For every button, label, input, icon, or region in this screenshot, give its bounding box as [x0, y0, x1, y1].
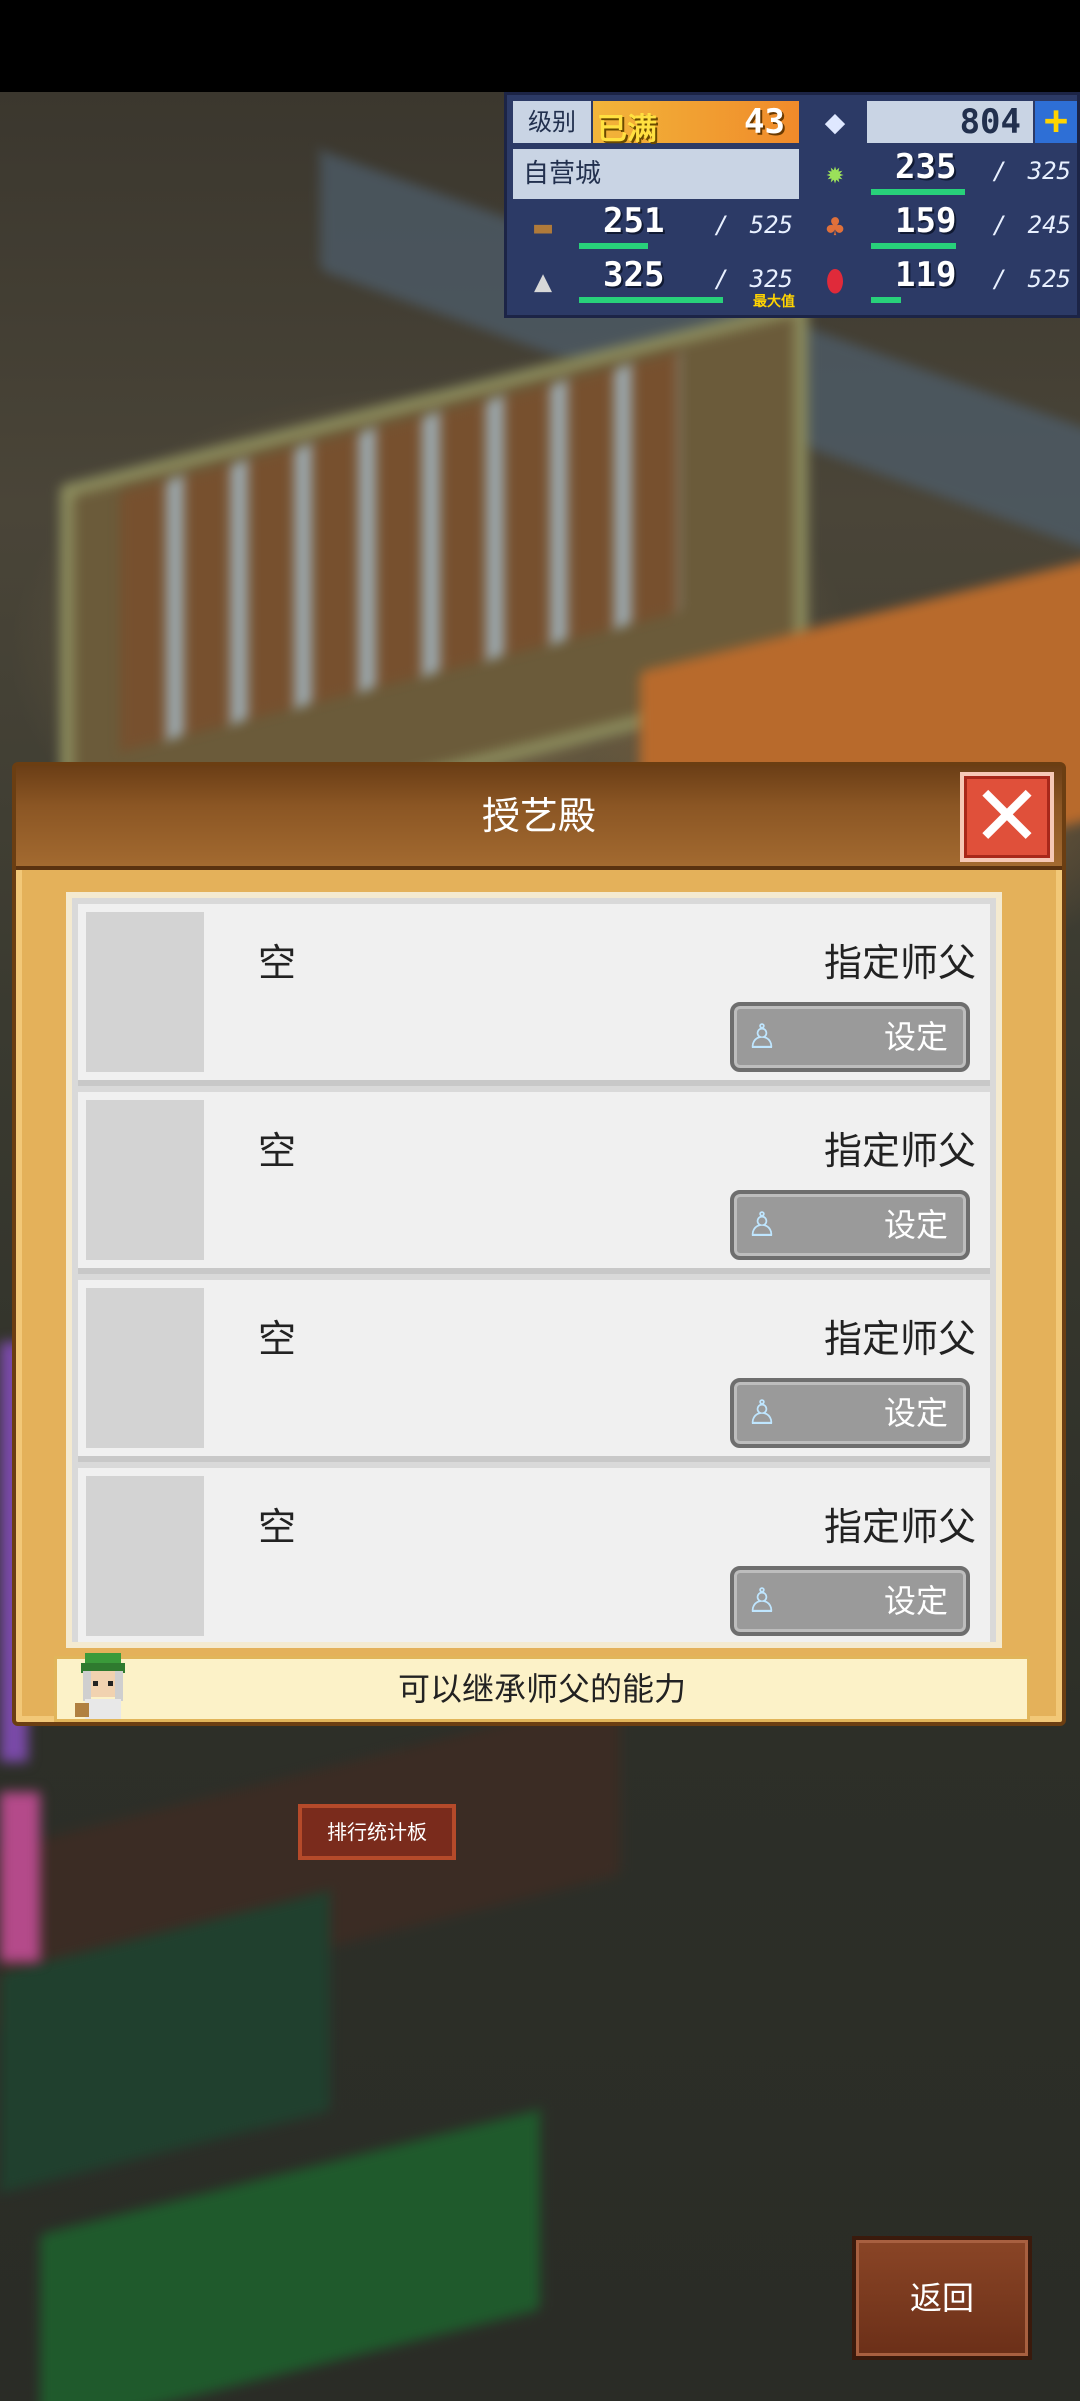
scroll-icon: ♙ — [746, 1393, 778, 1433]
dialog-header: 授艺殿 ✕ — [16, 766, 1062, 870]
portrait-placeholder — [86, 1100, 204, 1260]
scroll-icon: ♙ — [746, 1205, 778, 1245]
food-resource: 159 / 245 — [867, 201, 1077, 253]
crop-resource: 235 / 325 — [867, 147, 1077, 199]
set-button[interactable]: ♙ 设定 — [730, 1190, 970, 1260]
assign-master-label: 指定师父 — [823, 941, 976, 985]
set-button[interactable]: ♙ 设定 — [730, 1566, 970, 1636]
diamond-icon: ◆ — [824, 102, 846, 142]
ore-icon: ▲ — [533, 264, 553, 299]
slot-status: 空 — [258, 1129, 297, 1173]
city-name: 自营城 — [513, 149, 799, 199]
gem-count: 804 — [867, 101, 1033, 143]
level-value: 43 — [744, 102, 785, 142]
level-label: 级别 — [513, 101, 591, 143]
tip-banner: 可以继承师父的能力 — [54, 1653, 1030, 1722]
back-button[interactable]: 返回 — [852, 2236, 1032, 2360]
scroll-icon: ♙ — [746, 1581, 778, 1621]
ranking-board-sign[interactable]: 排行统计板 — [298, 1804, 456, 1860]
ruby-resource: 119 / 525 — [867, 255, 1077, 307]
resource-hud: 级别 已满 43 ◆ 804 + 自营城 ✹ 235 / 325 ▬ 251 /… — [504, 92, 1080, 318]
pink-banner — [0, 1792, 40, 1962]
set-button-label: 设定 — [883, 1206, 948, 1244]
add-gems-button[interactable]: + — [1035, 101, 1077, 143]
portrait-placeholder — [86, 1288, 204, 1448]
assign-master-label: 指定师父 — [823, 1317, 976, 1361]
ruby-icon: ⬮ — [825, 264, 845, 299]
tip-text: 可以继承师父的能力 — [397, 1670, 686, 1708]
set-button-label: 设定 — [883, 1018, 948, 1056]
slot-status: 空 — [258, 1317, 297, 1361]
level-box: 已满 43 — [593, 101, 799, 147]
list-item: 空 指定师父 ♙ 设定 — [78, 1468, 990, 1642]
portrait-placeholder — [86, 912, 204, 1072]
set-button-label: 设定 — [883, 1394, 948, 1432]
dialog-title: 授艺殿 — [481, 794, 596, 838]
portrait-placeholder — [86, 1476, 204, 1636]
wood-log-icon: ▬ — [533, 210, 553, 245]
mentor-hall-dialog: 授艺殿 ✕ 空 指定师父 ♙ 设定 空 指定师父 ♙ 设定 空 指定师父 ♙ 设… — [12, 762, 1066, 1726]
assign-master-label: 指定师父 — [823, 1505, 976, 1549]
food-progress-bar — [871, 243, 956, 249]
list-item: 空 指定师父 ♙ 设定 — [78, 904, 990, 1086]
list-item: 空 指定师父 ♙ 设定 — [78, 1092, 990, 1274]
close-button[interactable]: ✕ — [960, 772, 1054, 862]
stone-resource: 325 / 325 最大值 — [575, 255, 799, 310]
set-button[interactable]: ♙ 设定 — [730, 1002, 970, 1072]
level-max-badge: 已满 — [597, 112, 657, 147]
wood-progress-bar — [579, 243, 648, 249]
assign-master-label: 指定师父 — [823, 1129, 976, 1173]
crop-progress-bar — [871, 189, 965, 195]
scroll-icon: ♙ — [746, 1017, 778, 1057]
mentor-slot-list[interactable]: 空 指定师父 ♙ 设定 空 指定师父 ♙ 设定 空 指定师父 ♙ 设定 空 指定… — [66, 892, 1002, 1648]
set-button-label: 设定 — [883, 1582, 948, 1620]
list-item: 空 指定师父 ♙ 设定 — [78, 1280, 990, 1462]
wheat-icon: ✹ — [825, 156, 845, 191]
status-bar — [0, 0, 1080, 92]
stone-progress-bar — [579, 297, 723, 303]
wood-resource: 251 / 525 — [575, 201, 799, 253]
set-button[interactable]: ♙ 设定 — [730, 1378, 970, 1448]
food-basket-icon: ♣ — [825, 210, 845, 245]
slot-status: 空 — [258, 941, 297, 985]
ruby-progress-bar — [871, 297, 901, 303]
close-icon: ✕ — [971, 767, 1043, 865]
max-value-note: 最大值 — [753, 294, 795, 310]
slot-status: 空 — [258, 1505, 297, 1549]
